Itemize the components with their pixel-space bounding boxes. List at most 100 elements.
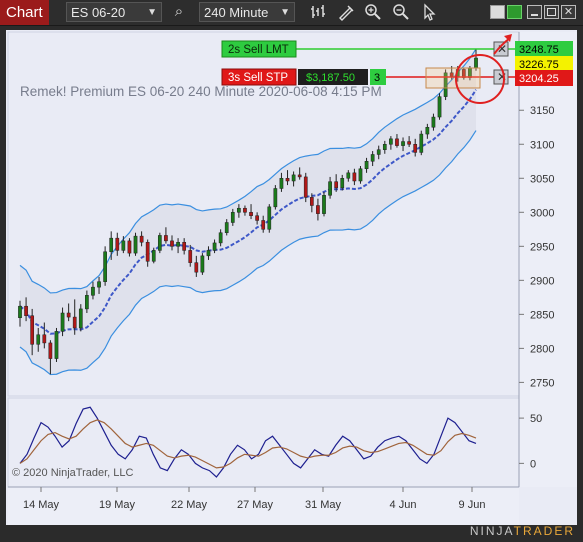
candle-body [291,174,296,182]
candle-body [224,222,229,233]
candle-body [200,255,205,273]
candle-body [303,176,308,198]
bar-type-icon[interactable] [309,3,327,21]
candle-body [54,331,59,359]
instrument-selector[interactable]: ES 06-20 ▼ [66,2,162,22]
interval-selector[interactable]: 240 Minute ▼ [199,2,295,22]
qty-value: 3 [374,72,380,84]
candle-body [60,312,65,332]
candle-body [18,305,22,319]
ninjatrader-logo: NINJATRADER [469,524,575,538]
candle-body [164,235,168,242]
candle-body [115,237,120,251]
search-icon[interactable]: ⌕ [170,3,188,21]
candle-body [42,334,47,344]
chart-panel: 2750 2800 2850 2900 2950 3000 3050 3100 3150 14 … [6,30,577,525]
candle-body [218,232,223,244]
sell-lmt-price: 3248.75 [519,44,559,56]
candle-body [36,334,41,345]
y-tick-label: 3150 [530,105,554,117]
close-icon[interactable]: ✕ [561,5,576,19]
candle-body [230,212,235,223]
last-price: 3226.75 [519,59,559,71]
candle-body [370,154,375,162]
pointer-icon[interactable] [420,3,438,21]
chart-tab[interactable]: Chart [0,0,49,25]
candle-body [297,174,302,178]
candle-body [103,251,107,282]
chevron-down-icon: ▼ [280,7,290,18]
y-tick-label: 3100 [530,139,554,151]
candle-body [121,240,126,251]
candle-body [109,237,114,253]
x-tick-label: 27 May [237,499,274,511]
candle-body [139,235,144,243]
candle-body [66,312,71,318]
candle-body [401,141,405,146]
candle-body [91,286,95,296]
selection-box [425,67,481,89]
candle-body [24,305,28,316]
chart-canvas[interactable]: 275028002850290029503000305031003150 14 … [6,30,577,525]
price-axis [519,32,577,487]
candle-body [285,178,290,182]
candle-body [206,250,211,257]
minimize-icon[interactable] [527,5,542,19]
candle-body [176,241,180,247]
candle-body [322,195,326,214]
y-tick-label: 2750 [530,377,554,389]
candle-body [389,138,393,145]
pnl-value: $3,187.50 [306,72,355,84]
candle-body [474,57,478,69]
candle-body [382,144,387,150]
candle-body [316,205,320,214]
chart-toolbar: Chart ES 06-20 ▼ ⌕ 240 Minute ▼ ✕ [0,0,583,26]
candle-body [364,161,369,170]
x-tick-label: 14 May [23,499,60,511]
y-tick-label: 2950 [530,241,554,253]
candle-body [346,172,351,179]
draw-tool-icon[interactable] [337,3,355,21]
candle-body [48,342,53,359]
zoom-out-icon[interactable] [392,3,410,21]
candle-body [85,295,89,310]
candle-body [255,215,259,221]
maximize-icon[interactable] [544,5,559,19]
candle-body [145,241,150,262]
osc-tick-label: 50 [530,413,542,425]
checkbox-icon[interactable] [490,5,505,19]
candle-body [237,207,241,213]
candle-body [249,212,253,216]
candle-body [273,188,278,208]
sell-lmt-label: 2s Sell LMT [228,44,289,56]
interval-value: 240 Minute [204,5,269,20]
candle-body [395,138,399,146]
link-color-icon[interactable] [507,5,522,19]
candle-body [352,172,357,182]
candle-body [358,168,363,182]
y-tick-label: 2850 [530,309,554,321]
osc-tick-label: 0 [530,458,536,470]
candle-body [437,96,442,118]
candle-body [425,127,430,135]
x-tick-label: 19 May [99,499,136,511]
candle-body [212,242,217,251]
zoom-in-icon[interactable] [364,3,382,21]
candle-body [340,178,345,189]
candle-body [279,178,284,189]
x-tick-label: 22 May [171,499,208,511]
candle-body [127,240,132,254]
y-tick-label: 2900 [530,275,554,287]
candle-body [30,315,35,345]
candle-body [407,141,411,145]
candle-body [188,250,193,263]
candle-body [267,206,272,230]
candle-body [431,116,436,128]
candle-body [309,197,314,206]
candle-body [413,144,418,153]
x-tick-label: 4 Jun [390,499,417,511]
candle-body [157,235,162,251]
candle-body [170,240,174,247]
candle-body [243,207,247,213]
candle-body [78,308,83,329]
